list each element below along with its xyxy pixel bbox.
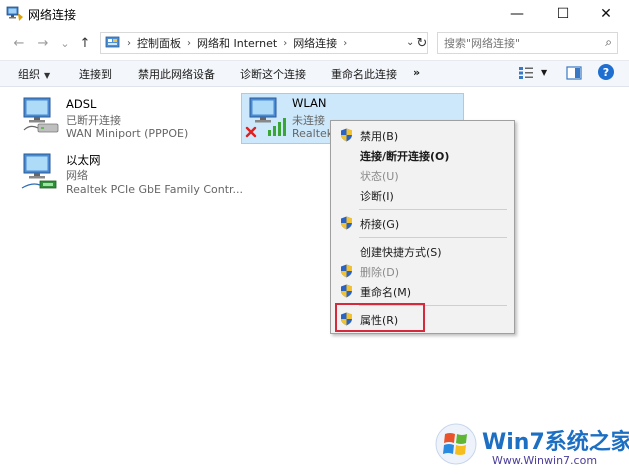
control-panel-icon <box>105 36 120 48</box>
context-menu: 禁用(B) 连接/断开连接(O) 状态(U) 诊断(I) 桥接(G) 创建快捷方… <box>330 120 515 334</box>
close-button[interactable]: ✕ <box>583 0 629 28</box>
breadcrumb-control-panel[interactable]: 控制面板 <box>137 35 181 51</box>
connection-status-wlan: 未连接 <box>292 114 325 127</box>
menu-separator <box>359 237 507 238</box>
breadcrumb-network-internet[interactable]: 网络和 Internet <box>197 35 277 51</box>
preview-pane-icon[interactable] <box>566 66 582 80</box>
ethernet-connection-icon <box>21 153 57 189</box>
breadcrumb-separator: › <box>127 37 131 49</box>
menu-item-bridge[interactable]: 桥接(G) <box>331 213 514 233</box>
menu-item-label: 重命名(M) <box>360 286 412 299</box>
menu-item-delete: 删除(D) <box>331 261 514 281</box>
back-arrow-icon[interactable]: ← <box>10 34 28 52</box>
menu-item-label: 诊断(I) <box>360 190 394 203</box>
connection-name-wlan[interactable]: WLAN <box>292 96 327 110</box>
minimize-button[interactable]: — <box>494 0 540 28</box>
connection-name-adsl[interactable]: ADSL <box>66 97 96 111</box>
rename-connection-button[interactable]: 重命名此连接 <box>331 66 397 82</box>
connection-device-wlan: Realtek <box>292 127 334 140</box>
maximize-button[interactable]: ☐ <box>540 0 586 28</box>
up-arrow-icon[interactable]: ↑ <box>76 34 94 52</box>
windows-logo-watermark <box>435 423 477 465</box>
menu-separator <box>359 209 507 210</box>
search-input[interactable] <box>444 35 594 51</box>
breadcrumb-network-connections[interactable]: 网络连接 <box>293 35 337 51</box>
menu-item-diagnose[interactable]: 诊断(I) <box>331 185 514 205</box>
breadcrumb-separator: › <box>187 37 191 49</box>
disable-device-button[interactable]: 禁用此网络设备 <box>138 66 215 82</box>
menu-item-label: 创建快捷方式(S) <box>360 246 442 259</box>
uac-shield-icon <box>341 284 352 298</box>
menu-item-label: 禁用(B) <box>360 130 399 143</box>
uac-shield-icon <box>341 128 352 142</box>
watermark-title: Win7系统之家 <box>482 430 629 455</box>
menu-item-disable[interactable]: 禁用(B) <box>331 125 514 145</box>
diagnose-connection-button[interactable]: 诊断这个连接 <box>240 66 306 82</box>
disconnected-x-icon <box>245 126 257 138</box>
more-commands-button[interactable]: » <box>413 66 420 79</box>
caret-down-icon: ▼ <box>44 71 51 80</box>
forward-arrow-icon[interactable]: → <box>34 34 52 52</box>
connection-device-adsl: WAN Miniport (PPPOE) <box>66 127 189 140</box>
address-bar[interactable]: › 控制面板 › 网络和 Internet › 网络连接 › <box>100 32 428 54</box>
uac-shield-icon <box>341 264 352 278</box>
connection-device-ethernet: Realtek PCIe GbE Family Contr... <box>66 183 244 196</box>
view-options-caret-icon[interactable]: ▼ <box>541 68 547 77</box>
uac-shield-icon <box>341 216 352 230</box>
menu-item-status: 状态(U) <box>331 165 514 185</box>
network-connections-app-icon <box>6 6 23 21</box>
menu-item-label: 连接/断开连接(O) <box>360 150 450 163</box>
help-button[interactable]: ? <box>598 64 614 80</box>
watermark-url: Www.Winwin7.com <box>492 454 598 467</box>
menu-item-label: 状态(U) <box>360 170 399 183</box>
connect-to-button[interactable]: 连接到 <box>79 66 112 82</box>
organize-button[interactable]: 组织 ▼ <box>18 66 50 82</box>
menu-item-rename[interactable]: 重命名(M) <box>331 281 514 301</box>
connection-name-ethernet[interactable]: 以太网 <box>66 152 101 168</box>
breadcrumb-separator: › <box>343 37 348 49</box>
menu-item-connect-disconnect[interactable]: 连接/断开连接(O) <box>331 145 514 165</box>
change-view-icon[interactable] <box>518 66 534 80</box>
recent-locations-chevron-icon[interactable]: ⌄ <box>56 34 74 52</box>
refresh-icon[interactable]: ↻ <box>413 34 431 52</box>
menu-item-label: 删除(D) <box>360 266 400 279</box>
dialup-connection-icon <box>23 97 59 133</box>
search-box[interactable]: ⌕ <box>437 32 618 54</box>
organize-label: 组织 <box>18 68 40 81</box>
properties-highlight-box <box>335 303 425 332</box>
menu-item-create-shortcut[interactable]: 创建快捷方式(S) <box>331 241 514 261</box>
connection-status-adsl: 已断开连接 <box>66 114 121 127</box>
connection-status-ethernet: 网络 <box>66 169 88 182</box>
window-title: 网络连接 <box>28 8 77 22</box>
breadcrumb-separator: › <box>283 37 288 49</box>
menu-item-label: 桥接(G) <box>360 218 400 231</box>
search-icon[interactable]: ⌕ <box>605 35 612 50</box>
